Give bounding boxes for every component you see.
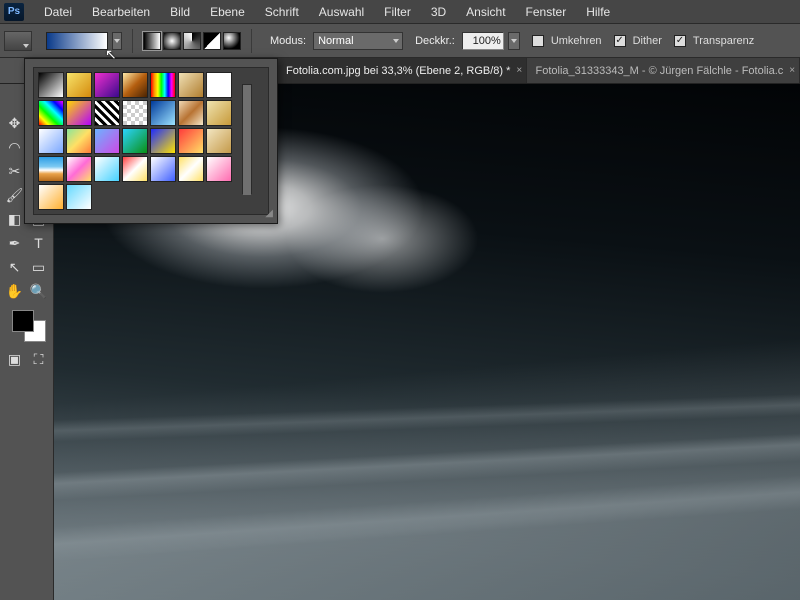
deckkr-input[interactable]: 100% [462, 32, 504, 50]
options-bar: Modus: Normal Deckkr.: 100% Umkehren Dit… [0, 24, 800, 58]
menu-bild[interactable]: Bild [160, 1, 200, 23]
gradient-swatch[interactable] [178, 72, 204, 98]
menu-datei[interactable]: Datei [34, 1, 82, 23]
resize-handle[interactable]: ◢ [265, 208, 273, 219]
gradient-swatch[interactable] [38, 100, 64, 126]
document-tab[interactable]: Fotolia.com.jpg bei 33,3% (Ebene 2, RGB/… [278, 58, 527, 83]
zoom-tool[interactable]: 🔍 [28, 280, 50, 302]
menu-fenster[interactable]: Fenster [516, 1, 577, 23]
gradient-swatch[interactable] [38, 128, 64, 154]
gradient-swatch[interactable] [150, 156, 176, 182]
gradient-preview[interactable] [46, 32, 108, 50]
screenmode-toggle[interactable]: ⛶ [28, 348, 50, 370]
close-icon[interactable]: × [516, 65, 522, 76]
gradient-swatch[interactable] [178, 100, 204, 126]
gradient-swatch[interactable] [150, 100, 176, 126]
gradient-swatch[interactable] [206, 128, 232, 154]
menu-bar: Ps DateiBearbeitenBildEbeneSchriftAuswah… [0, 0, 800, 24]
scrollbar[interactable] [242, 84, 252, 194]
type-tool[interactable]: T [28, 232, 50, 254]
gradient-swatch[interactable] [66, 184, 92, 210]
gradient-swatch[interactable] [150, 72, 176, 98]
shape-tool[interactable]: ▭ [28, 256, 50, 278]
gradient-swatch[interactable] [94, 100, 120, 126]
menu-hilfe[interactable]: Hilfe [576, 1, 620, 23]
transparenz-label: Transparenz [693, 35, 754, 47]
gradient-swatch[interactable] [38, 156, 64, 182]
gradient-type-3[interactable] [203, 32, 221, 50]
gradient-swatch[interactable] [206, 100, 232, 126]
menu-auswahl[interactable]: Auswahl [309, 1, 374, 23]
menu-ansicht[interactable]: Ansicht [456, 1, 515, 23]
dither-label: Dither [633, 35, 662, 47]
transparenz-checkbox[interactable] [674, 35, 686, 47]
document-tab[interactable]: Fotolia_31333343_M - © Jürgen Fälchle - … [527, 58, 800, 83]
gradient-swatch[interactable] [122, 100, 148, 126]
app-logo: Ps [4, 3, 24, 21]
tool-preset-picker[interactable] [4, 31, 32, 51]
gradient-type-4[interactable] [223, 32, 241, 50]
foreground-color[interactable] [12, 310, 34, 332]
gradient-swatch[interactable] [122, 128, 148, 154]
gradient-swatch[interactable] [122, 156, 148, 182]
gradient-swatch[interactable] [66, 128, 92, 154]
tool-slot[interactable] [4, 88, 26, 110]
gradient-type-0[interactable] [143, 32, 161, 50]
umkehren-label: Umkehren [551, 35, 602, 47]
cursor-icon: ↖ [105, 46, 117, 63]
gradient-swatch[interactable] [66, 72, 92, 98]
menu-ebene[interactable]: Ebene [200, 1, 255, 23]
gradient-type-2[interactable] [183, 32, 201, 50]
gradient-swatch[interactable] [38, 72, 64, 98]
dither-checkbox[interactable] [614, 35, 626, 47]
gradient-swatch[interactable] [178, 128, 204, 154]
menu-3d[interactable]: 3D [421, 1, 456, 23]
gradient-swatch[interactable] [206, 72, 232, 98]
move-tool[interactable]: ✥ [4, 112, 26, 134]
gradient-swatch[interactable] [122, 72, 148, 98]
gradient-swatch[interactable] [178, 156, 204, 182]
crop-tool[interactable]: ✂ [4, 160, 26, 182]
eraser-tool[interactable]: ◧ [4, 208, 26, 230]
gradient-picker-panel: ✼ ◢ [24, 58, 278, 224]
gradient-swatch[interactable] [150, 128, 176, 154]
modus-label: Modus: [270, 35, 306, 47]
hand-tool[interactable]: ✋ [4, 280, 26, 302]
brush-tool[interactable]: 🖌 [4, 184, 26, 206]
gradient-swatch[interactable] [94, 128, 120, 154]
pen-tool[interactable]: ✒ [4, 232, 26, 254]
gradient-type-1[interactable] [163, 32, 181, 50]
deckkr-dropdown[interactable] [508, 32, 520, 50]
lasso-tool[interactable]: ◠ [4, 136, 26, 158]
gradient-swatch[interactable] [66, 156, 92, 182]
color-swatches[interactable] [12, 310, 46, 344]
gradient-swatch[interactable] [206, 156, 232, 182]
menu-schrift[interactable]: Schrift [255, 1, 309, 23]
gradient-swatch[interactable] [38, 184, 64, 210]
quickmask-toggle[interactable]: ▣ [4, 348, 26, 370]
modus-select[interactable]: Normal [313, 32, 403, 50]
close-icon[interactable]: × [789, 65, 795, 76]
deckkr-label: Deckkr.: [415, 35, 455, 47]
gradient-swatch[interactable] [94, 156, 120, 182]
gradient-swatch[interactable] [94, 72, 120, 98]
menu-filter[interactable]: Filter [374, 1, 421, 23]
path-tool[interactable]: ↖ [4, 256, 26, 278]
gradient-swatch[interactable] [66, 100, 92, 126]
umkehren-checkbox[interactable] [532, 35, 544, 47]
menu-bearbeiten[interactable]: Bearbeiten [82, 1, 160, 23]
scrollbar-thumb[interactable] [243, 85, 251, 195]
